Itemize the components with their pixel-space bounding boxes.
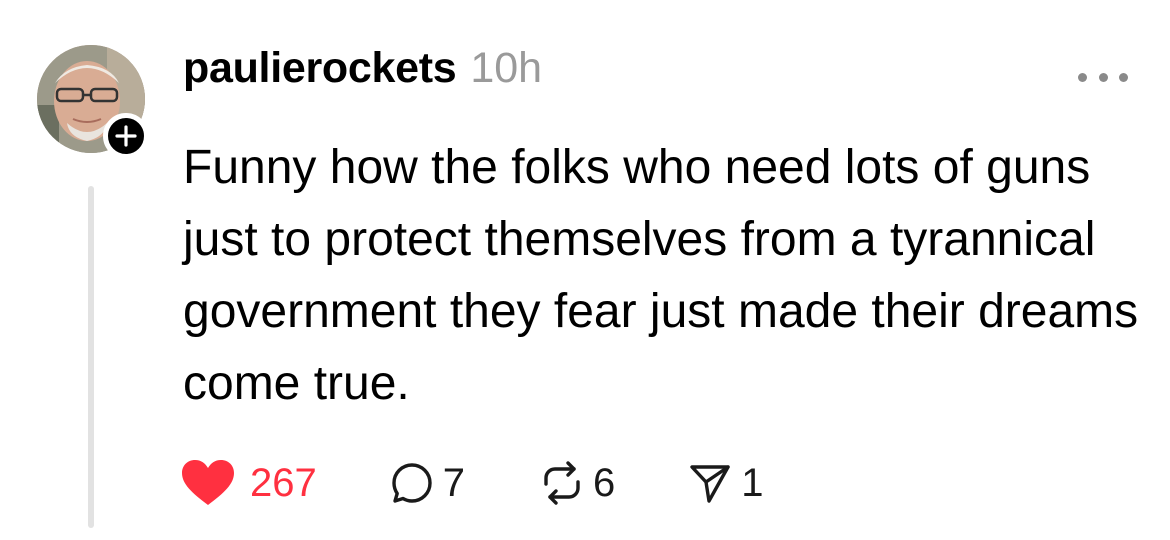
plus-icon — [115, 125, 137, 147]
share-button[interactable]: 1 — [687, 460, 764, 506]
reply-button[interactable]: 7 — [389, 460, 465, 506]
thread-line — [88, 186, 94, 528]
timestamp: 10h — [470, 44, 543, 92]
more-dot-icon — [1119, 72, 1128, 82]
post-text: Funny how the folks who need lots of gun… — [183, 141, 1139, 410]
like-count: 267 — [250, 460, 317, 505]
repost-count: 6 — [593, 460, 616, 505]
username-link[interactable]: paulierockets — [183, 44, 457, 93]
like-button[interactable]: 267 — [180, 458, 317, 508]
action-bar: 267 7 6 1 — [180, 453, 764, 513]
share-count: 1 — [741, 460, 764, 505]
more-dot-icon — [1078, 72, 1087, 82]
repost-icon — [544, 461, 580, 505]
follow-button[interactable] — [103, 113, 149, 159]
more-dot-icon — [1098, 72, 1108, 82]
post-header: paulierockets 10h — [183, 44, 542, 114]
thread-post: paulierockets 10h Funny how the folks wh… — [0, 0, 1170, 540]
avatar-container[interactable] — [37, 45, 149, 159]
heart-filled-icon — [182, 460, 234, 505]
more-options-button[interactable] — [1078, 62, 1128, 92]
send-icon — [690, 465, 730, 503]
reply-count: 7 — [442, 460, 465, 505]
comment-icon — [392, 463, 432, 503]
repost-button[interactable]: 6 — [539, 460, 615, 506]
